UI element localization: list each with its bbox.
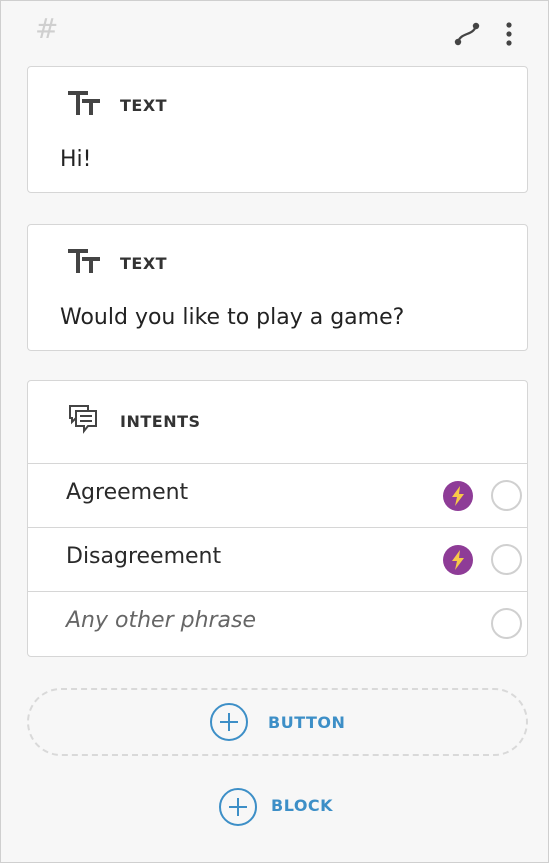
intent-label: Agreement: [66, 480, 189, 505]
card-type-label: TEXT: [120, 96, 168, 115]
panel-toolbar: #: [1, 1, 548, 63]
intents-card: INTENTS Agreement Disagreement Any other…: [27, 380, 528, 657]
text-type-icon: [68, 91, 100, 115]
intents-icon: [69, 405, 97, 434]
add-button-label: BUTTON: [268, 713, 346, 732]
add-button-button[interactable]: BUTTON: [27, 688, 528, 756]
add-block-label: BLOCK: [271, 796, 334, 815]
route-icon[interactable]: [453, 20, 481, 48]
block-panel: # TEXT Hi! TEXT Would you like to play a…: [0, 0, 549, 863]
plus-circle-icon: [210, 703, 248, 741]
intent-row[interactable]: Agreement: [28, 463, 527, 527]
intent-label: Any other phrase: [66, 608, 257, 633]
intent-row[interactable]: Disagreement: [28, 527, 527, 591]
message-text[interactable]: Would you like to play a game?: [60, 305, 404, 330]
message-text[interactable]: Hi!: [60, 147, 91, 172]
plus-circle-icon: [219, 788, 257, 826]
card-type-label: INTENTS: [120, 412, 201, 431]
text-card[interactable]: TEXT Hi!: [27, 66, 528, 193]
more-vertical-icon[interactable]: [499, 20, 519, 48]
connection-port[interactable]: [491, 480, 522, 511]
text-card[interactable]: TEXT Would you like to play a game?: [27, 224, 528, 351]
intent-label: Disagreement: [66, 544, 222, 569]
text-type-icon: [68, 249, 100, 273]
hash-icon[interactable]: #: [35, 15, 58, 43]
bolt-icon[interactable]: [443, 545, 473, 575]
connection-port[interactable]: [491, 608, 522, 639]
card-type-label: TEXT: [120, 254, 168, 273]
bolt-icon[interactable]: [443, 481, 473, 511]
connection-port[interactable]: [491, 544, 522, 575]
add-block-button[interactable]: BLOCK: [219, 787, 349, 827]
intent-row[interactable]: Any other phrase: [28, 591, 527, 655]
